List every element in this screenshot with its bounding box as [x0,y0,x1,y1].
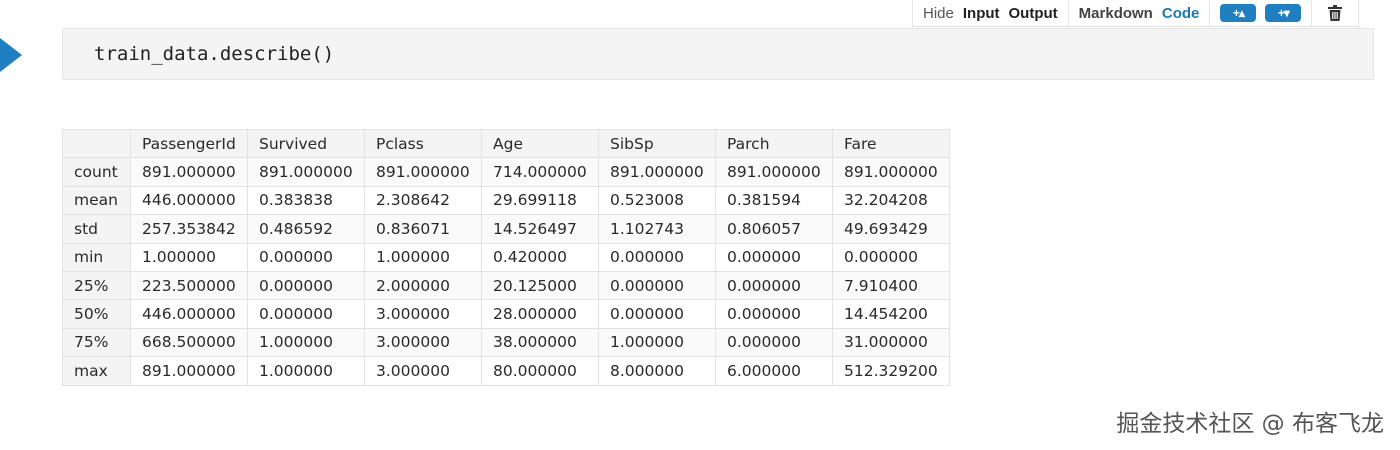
table-cell: 0.000000 [715,327,833,358]
row-index-label: max [62,356,131,386]
table-cell: 223.500000 [130,270,248,301]
row-index-label: mean [62,185,131,216]
column-header: Survived [247,128,365,159]
table-cell: 0.000000 [247,242,365,272]
add-cell-above-button[interactable]: +▴ [1220,4,1257,22]
column-header: Parch [715,128,833,159]
table-cell: 891.000000 [715,157,833,187]
row-index-label: min [62,242,131,272]
table-cell: 0.836071 [364,214,482,244]
row-index-label: count [62,157,131,187]
index-header [62,128,131,159]
code-cell-input[interactable]: train_data.describe() [62,28,1374,80]
run-cell-icon[interactable] [0,38,22,72]
table-cell: 0.000000 [832,242,950,272]
table-cell: 0.806057 [715,214,833,244]
watermark: 掘金技术社区 @ 布客飞龙 [1116,411,1384,437]
visibility-toggle-group: Hide Input Output [913,0,1069,26]
table-cell: 1.102743 [598,214,716,244]
hide-input-button[interactable]: Input [963,5,1000,22]
column-header: Age [481,128,599,159]
table-cell: 3.000000 [364,327,482,358]
table-cell: 0.486592 [247,214,365,244]
add-cell-group: +▴ +▾ [1210,0,1313,26]
table-row: count 891.000000 891.000000 891.000000 714.0… [62,157,950,187]
table-cell: 668.500000 [130,327,248,358]
table-cell: 0.000000 [715,299,833,329]
table-cell: 1.000000 [364,242,482,272]
hide-output-button[interactable]: Output [1009,5,1058,22]
cell-type-group: Markdown Code [1069,0,1211,26]
row-index-label: 75% [62,327,131,358]
table-cell: 512.329200 [832,356,950,386]
table-cell: 0.000000 [598,299,716,329]
table-row: 50% 446.000000 0.000000 3.000000 28.000000 0.… [62,299,950,329]
table-cell: 891.000000 [130,157,248,187]
table-cell: 14.454200 [832,299,950,329]
table-cell: 49.693429 [832,214,950,244]
table-cell: 446.000000 [130,185,248,216]
table-cell: 0.000000 [598,270,716,301]
table-cell: 3.000000 [364,299,482,329]
table-cell: 6.000000 [715,356,833,386]
table-cell: 1.000000 [247,356,365,386]
add-cell-below-button[interactable]: +▾ [1265,4,1302,22]
table-cell: 714.000000 [481,157,599,187]
table-cell: 891.000000 [832,157,950,187]
column-header: Pclass [364,128,482,159]
row-index-label: std [62,214,131,244]
table-row: 75% 668.500000 1.000000 3.000000 38.000000 1.… [62,327,950,358]
table-cell: 1.000000 [247,327,365,358]
table-cell: 891.000000 [130,356,248,386]
table-cell: 446.000000 [130,299,248,329]
table-cell: 31.000000 [832,327,950,358]
table-row: std 257.353842 0.486592 0.836071 14.526497 1.… [62,214,950,244]
table-cell: 2.308642 [364,185,482,216]
table-cell: 32.204208 [832,185,950,216]
table-cell: 0.000000 [715,242,833,272]
markdown-cell-button[interactable]: Markdown [1079,5,1153,22]
column-header: Fare [832,128,950,159]
table-cell: 14.526497 [481,214,599,244]
table-cell: 1.000000 [598,327,716,358]
table-cell: 38.000000 [481,327,599,358]
code-cell-button[interactable]: Code [1162,5,1200,22]
column-header: SibSp [598,128,716,159]
table-cell: 3.000000 [364,356,482,386]
code-text: train_data.describe() [94,43,335,65]
table-row: mean 446.000000 0.383838 2.308642 29.699118 0… [62,185,950,216]
table-row: max 891.000000 1.000000 3.000000 80.000000 8.… [62,356,950,386]
table-cell: 8.000000 [598,356,716,386]
row-index-label: 25% [62,270,131,301]
column-header: PassengerId [130,128,248,159]
table-cell: 891.000000 [247,157,365,187]
table-cell: 20.125000 [481,270,599,301]
table-header-row: PassengerId Survived Pclass Age SibSp Pa… [62,128,950,159]
table-cell: 1.000000 [130,242,248,272]
table-cell: 7.910400 [832,270,950,301]
table-cell: 0.000000 [247,299,365,329]
row-index-label: 50% [62,299,131,329]
trash-icon [1328,5,1343,21]
table-cell: 2.000000 [364,270,482,301]
table-cell: 80.000000 [481,356,599,386]
table-cell: 0.000000 [247,270,365,301]
table-cell: 28.000000 [481,299,599,329]
table-cell: 0.381594 [715,185,833,216]
table-cell: 257.353842 [130,214,248,244]
table-cell: 891.000000 [598,157,716,187]
describe-output-table: PassengerId Survived Pclass Age SibSp Pa… [62,128,950,386]
table-cell: 0.000000 [715,270,833,301]
table-cell: 891.000000 [364,157,482,187]
hide-label: Hide [923,4,954,22]
delete-cell-button[interactable] [1312,0,1358,26]
table-row: min 1.000000 0.000000 1.000000 0.420000 0.000… [62,242,950,272]
table-cell: 0.000000 [598,242,716,272]
table-cell: 0.383838 [247,185,365,216]
table-row: 25% 223.500000 0.000000 2.000000 20.125000 0.… [62,270,950,301]
cell-toolbar: Hide Input Output Markdown Code +▴ +▾ [912,0,1360,27]
table-cell: 0.420000 [481,242,599,272]
table-cell: 29.699118 [481,185,599,216]
table-cell: 0.523008 [598,185,716,216]
